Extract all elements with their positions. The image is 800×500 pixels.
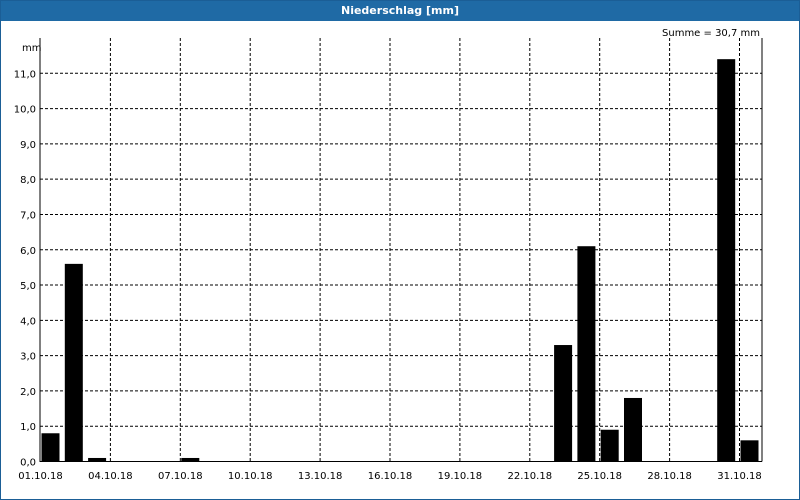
- y-tick-label: 4,0: [20, 316, 36, 327]
- y-tick-label: 2,0: [20, 387, 36, 398]
- y-tick-label: 0,0: [20, 458, 36, 469]
- bar: [740, 440, 759, 462]
- bar: [88, 457, 107, 462]
- x-tick-label: 28.10.18: [647, 471, 692, 482]
- bar: [717, 59, 736, 462]
- bar: [624, 397, 642, 462]
- x-tick-label: 07.10.18: [158, 471, 203, 482]
- x-tick-label: 01.10.18: [18, 471, 63, 482]
- y-tick-label: 8,0: [20, 175, 36, 186]
- y-tick-label: 11,0: [14, 69, 36, 80]
- y-tick-label: 9,0: [20, 140, 36, 151]
- bar: [600, 429, 619, 462]
- y-tick-labels: 0,0 1,0 2,0 3,0 4,0 5,0 6,0 7,0 8,0 9,0 10,0 11,0: [14, 69, 36, 468]
- bar: [181, 457, 200, 462]
- x-tick-labels: 01.10.18 04.10.18 07.10.18 10.10.18 13.10.18…: [18, 471, 762, 482]
- bar-series: [41, 59, 759, 462]
- x-tick-label: 31.10.18: [717, 471, 762, 482]
- y-tick-label: 6,0: [20, 246, 36, 257]
- x-tick-label: 22.10.18: [508, 471, 553, 482]
- bar: [577, 246, 596, 462]
- sum-annotation: Summe = 30,7 mm: [662, 28, 760, 39]
- y-tick-label: 7,0: [20, 210, 36, 221]
- x-tick-label: 19.10.18: [438, 471, 483, 482]
- precipitation-chart: mm Summe = 30,7 mm 0,0 1,0 2,0 3,0 4,0 5,0 6,0…: [14, 28, 763, 482]
- chart-grid: [40, 38, 763, 462]
- bar: [41, 433, 60, 462]
- y-tick-label: 5,0: [20, 281, 36, 292]
- bar: [64, 263, 83, 462]
- bar: [554, 345, 573, 462]
- x-tick-label: 04.10.18: [88, 471, 133, 482]
- y-tick-label: 3,0: [20, 352, 36, 363]
- x-tick-label: 10.10.18: [228, 471, 273, 482]
- y-axis-unit-label: mm: [22, 43, 41, 54]
- y-tick-label: 1,0: [20, 422, 36, 433]
- y-tick-label: 10,0: [14, 105, 36, 116]
- x-tick-label: 13.10.18: [298, 471, 343, 482]
- x-tick-label: 16.10.18: [368, 471, 413, 482]
- x-tick-label: 25.10.18: [577, 471, 622, 482]
